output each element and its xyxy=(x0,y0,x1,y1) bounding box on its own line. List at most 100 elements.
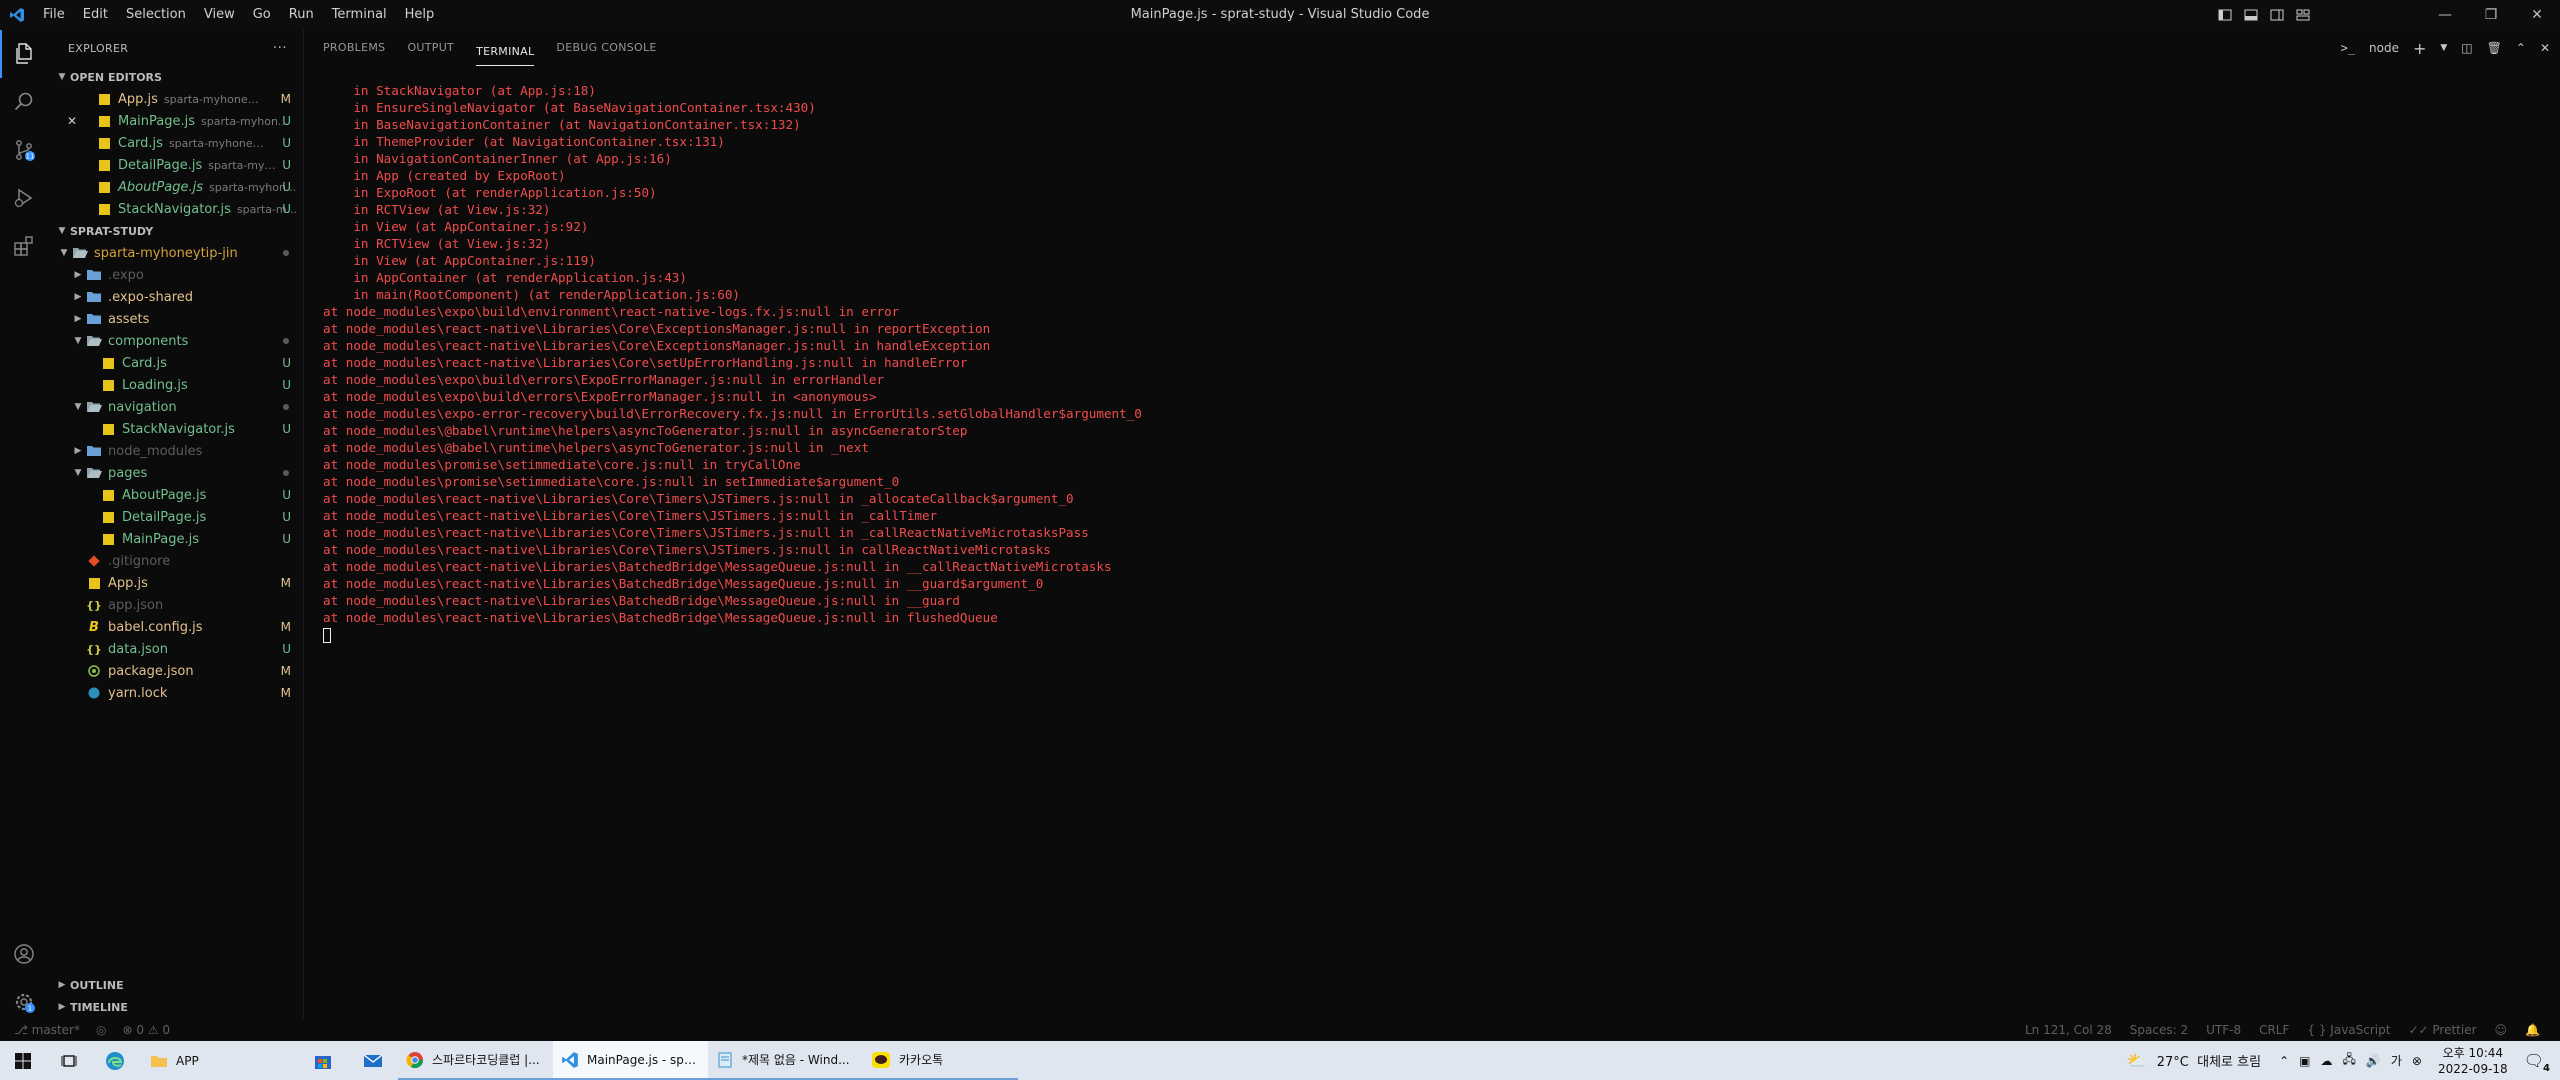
timeline-label: TIMELINE xyxy=(70,1000,128,1014)
menu-view[interactable]: View xyxy=(195,0,244,30)
tree-item[interactable]: {} data.json U xyxy=(48,638,303,660)
end-of-line[interactable]: CRLF xyxy=(2259,1023,2289,1037)
trash-icon[interactable]: 🗑 xyxy=(2487,41,2502,55)
panel-tab-problems[interactable]: PROBLEMS xyxy=(323,30,385,66)
restore-icon[interactable]: ❐ xyxy=(2468,0,2514,30)
menu-file[interactable]: File xyxy=(34,0,74,30)
bell-icon[interactable]: 🔔 xyxy=(2525,1023,2540,1037)
chevron-up-icon[interactable]: ⌃ xyxy=(2279,1054,2289,1068)
explorer-icon[interactable] xyxy=(0,30,48,78)
chevron-down-icon[interactable]: ▼ xyxy=(2440,43,2447,53)
tree-item[interactable]: ▼ pages xyxy=(48,462,303,484)
task-view-icon[interactable] xyxy=(46,1041,92,1080)
terminal-output[interactable]: in StackNavigator (at App.js:18) in Ensu… xyxy=(323,82,1142,643)
toggle-secondary-sidebar-icon[interactable] xyxy=(2270,8,2284,22)
outline-label: OUTLINE xyxy=(70,978,124,992)
feedback-icon[interactable]: ☺ xyxy=(2495,1023,2508,1037)
close-panel-icon[interactable]: ✕ xyxy=(2540,41,2550,55)
windows-start-icon[interactable] xyxy=(0,1041,46,1080)
tree-item[interactable]: ▼ sparta-myhoneytip-jin xyxy=(48,242,303,264)
network-icon[interactable]: 🖧 xyxy=(2342,1050,2355,1071)
minimize-icon[interactable]: — xyxy=(2422,0,2468,30)
tree-item[interactable]: {} app.json xyxy=(48,594,303,616)
cloud-icon[interactable]: ☁ xyxy=(2320,1054,2332,1068)
tree-item[interactable]: ▼ navigation xyxy=(48,396,303,418)
mail-icon[interactable] xyxy=(348,1041,398,1080)
ime-icon[interactable]: 가 xyxy=(2391,1052,2402,1069)
open-editor-item[interactable]: ✕ MainPage.js sparta-myhon... U xyxy=(48,110,303,132)
search-icon[interactable] xyxy=(0,78,48,126)
open-editor-item[interactable]: DetailPage.js sparta-myhon...U xyxy=(48,154,303,176)
taskbar-app-vscode[interactable]: MainPage.js - sprat... xyxy=(553,1041,708,1080)
toggle-panel-icon[interactable] xyxy=(2244,8,2258,22)
notification-center-icon[interactable]: 🗨 4 xyxy=(2524,1051,2550,1074)
tree-item[interactable]: ▶ assets xyxy=(48,308,303,330)
tree-item[interactable]: DetailPage.js U xyxy=(48,506,303,528)
volume-icon[interactable]: 🔊 xyxy=(2366,1054,2381,1068)
tree-item[interactable]: yarn.lock M xyxy=(48,682,303,704)
menu-selection[interactable]: Selection xyxy=(117,0,195,30)
prettier-status[interactable]: ✓✓ Prettier xyxy=(2408,1023,2476,1037)
cursor-position[interactable]: Ln 121, Col 28 xyxy=(2025,1023,2112,1037)
tree-item[interactable]: ▶ .expo-shared xyxy=(48,286,303,308)
more-actions-icon[interactable]: ··· xyxy=(273,40,287,56)
power-icon[interactable]: ⊗ xyxy=(2412,1054,2422,1068)
source-control-icon[interactable]: 11 xyxy=(0,126,48,174)
menu-go[interactable]: Go xyxy=(244,0,280,30)
accounts-icon[interactable] xyxy=(0,930,48,978)
tree-item[interactable]: Card.js U xyxy=(48,352,303,374)
menu-run[interactable]: Run xyxy=(280,0,323,30)
tree-item[interactable]: ▶ node_modules xyxy=(48,440,303,462)
timeline-header[interactable]: ▶ TIMELINE xyxy=(48,996,304,1018)
toggle-primary-sidebar-icon[interactable] xyxy=(2218,8,2232,22)
edge-browser-icon[interactable] xyxy=(92,1041,138,1080)
weather-text[interactable]: 27°C 대체로 흐림 xyxy=(2157,1051,2261,1070)
menu-terminal[interactable]: Terminal xyxy=(323,0,396,30)
new-terminal-icon[interactable]: + xyxy=(2413,39,2426,58)
menu-help[interactable]: Help xyxy=(396,0,444,30)
close-icon[interactable]: ✕ xyxy=(64,114,80,128)
tree-item[interactable]: AboutPage.js U xyxy=(48,484,303,506)
git-status-badge: U xyxy=(282,356,291,370)
sync-icon[interactable]: ◎ xyxy=(96,1023,106,1037)
tree-item[interactable]: MainPage.js U xyxy=(48,528,303,550)
tree-item[interactable]: StackNavigator.js U xyxy=(48,418,303,440)
tree-item[interactable]: .gitignore xyxy=(48,550,303,572)
indentation[interactable]: Spaces: 2 xyxy=(2130,1023,2188,1037)
extensions-icon[interactable] xyxy=(0,222,48,270)
tree-item[interactable]: Loading.js U xyxy=(48,374,303,396)
workspace-header[interactable]: ▼ SPRAT-STUDY xyxy=(48,220,303,242)
taskbar-app-kakao[interactable]: 카카오톡 xyxy=(863,1041,1018,1080)
taskbar-app-notepad[interactable]: *제목 없음 - Wind... xyxy=(708,1041,863,1080)
close-icon[interactable]: ✕ xyxy=(2514,0,2560,30)
taskbar-app-chrome[interactable]: 스파르타코딩클럽 |... xyxy=(398,1041,553,1080)
tree-item[interactable]: ▼ components xyxy=(48,330,303,352)
encoding[interactable]: UTF-8 xyxy=(2206,1023,2241,1037)
open-editor-item[interactable]: StackNavigator.js sparta-m... U xyxy=(48,198,303,220)
problems-indicator[interactable]: ⊗ 0 ⚠ 0 xyxy=(122,1023,170,1037)
clock[interactable]: 오후 10:44 2022-09-18 xyxy=(2438,1045,2508,1077)
outline-header[interactable]: ▶ OUTLINE xyxy=(48,974,304,996)
panel-tab-debug-console[interactable]: DEBUG CONSOLE xyxy=(556,30,656,66)
maximize-panel-icon[interactable]: ⌃ xyxy=(2516,41,2526,55)
panel-tab-terminal[interactable]: TERMINAL xyxy=(476,38,535,66)
tree-item[interactable]: Bbabel.config.js M xyxy=(48,616,303,638)
open-editor-item[interactable]: AboutPage.js sparta-myhon... U xyxy=(48,176,303,198)
menu-edit[interactable]: Edit xyxy=(74,0,117,30)
tree-item[interactable]: package.json M xyxy=(48,660,303,682)
open-editors-header[interactable]: ▼ OPEN EDITORS xyxy=(48,66,303,88)
language-mode[interactable]: { } JavaScript xyxy=(2307,1023,2390,1037)
open-editor-item[interactable]: Card.js sparta-myhoneytip-j... U xyxy=(48,132,303,154)
run-debug-icon[interactable] xyxy=(0,174,48,222)
taskbar-folder-app[interactable]: APP xyxy=(138,1041,298,1080)
customize-layout-icon[interactable] xyxy=(2296,8,2310,22)
branch-indicator[interactable]: ⎇ master* xyxy=(14,1023,80,1037)
panel-tab-output[interactable]: OUTPUT xyxy=(407,30,454,66)
tree-item[interactable]: App.js M xyxy=(48,572,303,594)
microsoft-store-icon[interactable] xyxy=(298,1041,348,1080)
terminal-name[interactable]: node xyxy=(2369,41,2399,55)
tree-item[interactable]: ▶ .expo xyxy=(48,264,303,286)
tray-app-icon[interactable]: ▣ xyxy=(2299,1054,2310,1068)
open-editor-item[interactable]: App.js sparta-myhoneytip-jin M xyxy=(48,88,303,110)
split-terminal-icon[interactable]: ◫ xyxy=(2461,41,2472,55)
